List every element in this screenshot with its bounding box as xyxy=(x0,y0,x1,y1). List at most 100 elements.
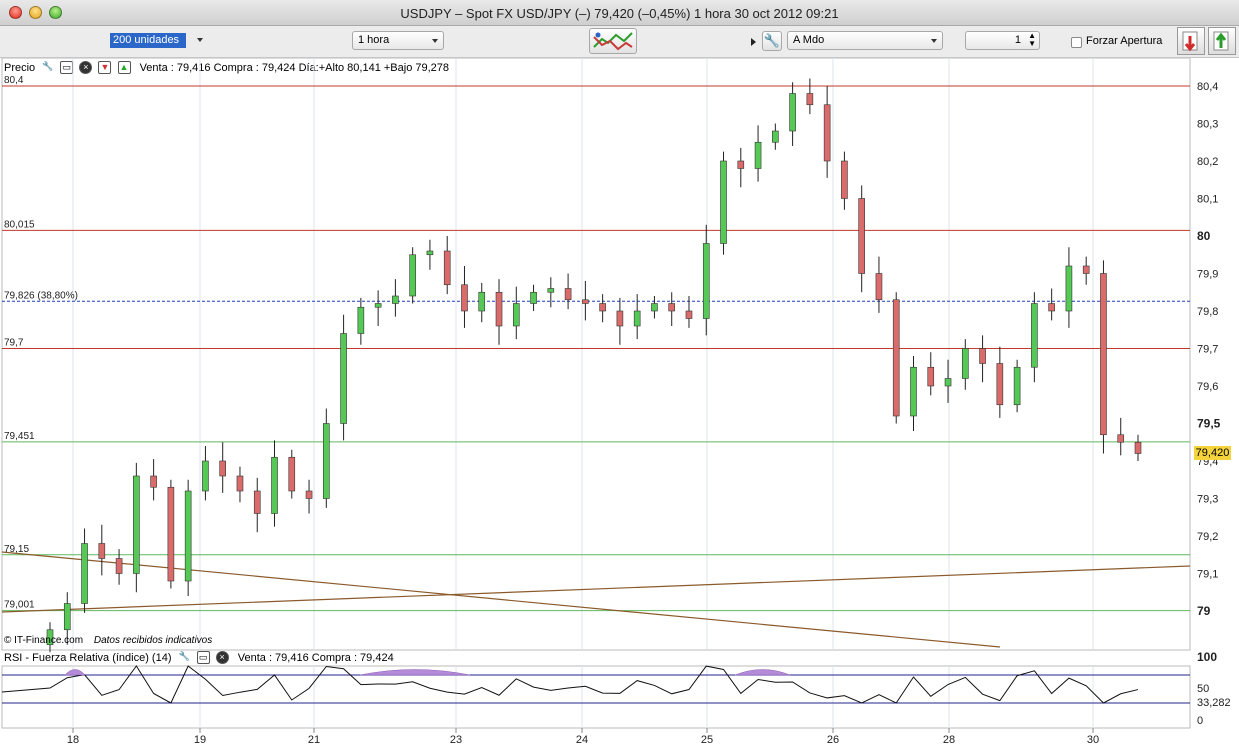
candle-body xyxy=(547,288,555,293)
chevron-down-icon xyxy=(432,39,438,43)
candle-body xyxy=(616,310,624,327)
candle-body xyxy=(478,291,486,312)
candle-body xyxy=(685,310,693,319)
candle-body xyxy=(1013,366,1021,406)
candle-body xyxy=(1048,303,1055,312)
candle-body xyxy=(374,303,382,308)
candle-body xyxy=(599,303,606,312)
candle-body xyxy=(530,291,537,304)
price-axis-tick-label: 79,6 xyxy=(1197,381,1218,393)
candle-body xyxy=(1082,265,1090,274)
wrench-icon[interactable]: 🔧 xyxy=(178,651,191,664)
candle-body xyxy=(219,460,226,477)
wrench-icon[interactable]: 🔧 xyxy=(762,31,782,51)
candle-body xyxy=(702,243,710,319)
candle-body xyxy=(772,130,779,143)
quantity-stepper[interactable]: 1 ▲ ▼ xyxy=(965,31,1040,50)
candle-body xyxy=(651,303,658,312)
price-level-label: 79,826 (38,80%) xyxy=(4,290,78,301)
sell-button[interactable] xyxy=(1177,27,1205,55)
candle-body xyxy=(944,378,952,387)
candle-body xyxy=(1065,265,1073,312)
rsi-panel-label: RSI - Fuerza Relativa (índice) (14) xyxy=(4,651,172,664)
candle-body xyxy=(962,348,969,379)
candle-body xyxy=(668,303,676,312)
window-icon[interactable]: ▭ xyxy=(196,651,210,664)
chart-indicators-icon xyxy=(593,32,633,51)
trend-lines xyxy=(1,551,1191,648)
candle-body xyxy=(1031,303,1038,368)
rsi-axis-tick-label: 100 xyxy=(1197,650,1217,664)
candle-body xyxy=(305,490,313,499)
candle-body xyxy=(823,104,831,162)
rsi-overbought-fill xyxy=(359,669,471,676)
price-axis-tick-label: 80,1 xyxy=(1197,194,1218,206)
candle-body xyxy=(512,303,520,327)
candle-body xyxy=(184,490,192,582)
price-axis-tick-label: 79 xyxy=(1197,604,1211,618)
candlestick-series xyxy=(46,78,1142,653)
timeframe-select[interactable]: 1 hora xyxy=(352,31,444,50)
buy-button[interactable] xyxy=(1208,27,1236,55)
candle-body xyxy=(461,284,468,312)
candle-body xyxy=(754,141,762,169)
chevron-down-icon xyxy=(931,39,937,43)
price-axis-tick-label: 80,4 xyxy=(1197,81,1218,93)
chart-tools-button[interactable] xyxy=(589,28,637,54)
chart-footer: © IT-Finance.com Datos recibidos indicat… xyxy=(4,635,212,646)
price-level-label: 80,4 xyxy=(4,75,24,86)
price-y-axis: 80,4 80,3 80,2 80,1 80 79,9 79,8 79,7 79,6 79,5 79… xyxy=(1197,81,1221,618)
rsi-quote: Venta : 79,416 Compra : 79,424 xyxy=(237,651,394,664)
chart-grid xyxy=(1,58,1191,729)
candle-body xyxy=(98,543,106,559)
candle-body xyxy=(892,299,900,417)
candle-body xyxy=(133,475,140,574)
candle-body xyxy=(236,475,244,492)
rsi-overbought-fill xyxy=(734,669,791,676)
candle-body xyxy=(564,288,572,301)
candle-body xyxy=(202,460,209,492)
timeframe-select-value: 1 hora xyxy=(358,34,390,46)
price-level-label: 79,451 xyxy=(4,431,35,442)
footer-brand: © IT-Finance.com xyxy=(4,635,84,646)
rsi-line xyxy=(1,665,1139,704)
trend-line-descending xyxy=(1,551,1001,648)
candle-body xyxy=(582,299,589,304)
candle-body xyxy=(720,160,727,244)
price-axis-tick-label: 79,7 xyxy=(1197,344,1218,356)
price-axis-tick-label: 80,3 xyxy=(1197,119,1218,131)
price-axis-tick-label: 79,3 xyxy=(1197,494,1218,506)
rsi-axis-tick-label: 33,282 xyxy=(1197,697,1231,709)
price-axis-tick-label: 80,2 xyxy=(1197,156,1218,168)
price-axis-tick-label: 79,8 xyxy=(1197,306,1218,318)
candle-body xyxy=(927,366,935,387)
play-arrow-icon[interactable] xyxy=(751,38,756,46)
order-type-select[interactable]: A Mdo xyxy=(787,31,943,50)
candle-body xyxy=(789,93,796,132)
order-type-select-value: A Mdo xyxy=(793,34,825,46)
close-icon[interactable]: × xyxy=(215,651,229,664)
candle-body xyxy=(495,291,503,327)
chevron-down-icon xyxy=(197,38,203,42)
price-axis-tick-label: 79,2 xyxy=(1197,531,1218,543)
trend-line-ascending xyxy=(1,565,1191,613)
candle-body xyxy=(409,254,416,297)
price-level-label: 79,7 xyxy=(4,338,24,349)
force-open-checkbox[interactable] xyxy=(1071,37,1082,48)
stepper-arrows-icon[interactable]: ▲ ▼ xyxy=(1028,32,1036,48)
candle-body xyxy=(357,306,365,334)
price-level-label: 79,001 xyxy=(4,600,35,611)
x-axis-tick-label: 21 xyxy=(308,734,320,744)
candle-body xyxy=(806,93,814,106)
units-select[interactable]: 200 unidades xyxy=(108,31,208,50)
rsi-overbought-fill xyxy=(64,669,86,676)
rsi-axis-tick-label: 50 xyxy=(1197,683,1209,695)
candle-body xyxy=(271,456,278,514)
candle-body xyxy=(1100,273,1107,436)
units-select-value: 200 unidades xyxy=(110,33,186,48)
title-bar: USDJPY – Spot FX USD/JPY (–) 79,420 (–0,… xyxy=(0,0,1239,26)
candle-body xyxy=(1134,441,1142,454)
candle-body xyxy=(392,295,399,304)
window-title: USDJPY – Spot FX USD/JPY (–) 79,420 (–0,… xyxy=(400,6,839,21)
candle-body xyxy=(150,475,157,488)
